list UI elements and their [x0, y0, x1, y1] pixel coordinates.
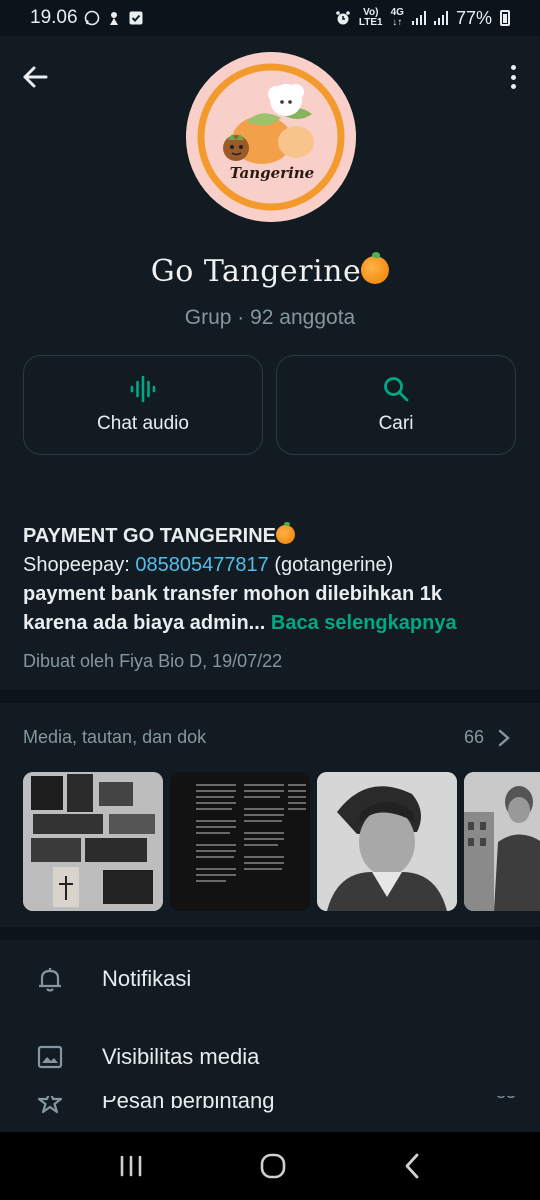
- read-more-link[interactable]: Baca selengkapnya: [271, 612, 457, 634]
- whatsapp-icon: [84, 10, 99, 26]
- signal-2-icon: [433, 11, 448, 25]
- more-options-icon[interactable]: [508, 62, 518, 92]
- battery-percent: 77%: [455, 7, 492, 28]
- tangerine-emoji-icon: [276, 522, 295, 544]
- group-header: Tangerine Go Tangerine Grup · 92 anggota…: [0, 36, 540, 492]
- system-navigation-bar: [0, 1132, 540, 1200]
- audio-wave-icon: [130, 375, 156, 403]
- back-nav-icon[interactable]: [402, 1152, 422, 1180]
- alarm-icon: [336, 11, 350, 25]
- status-bar: 19.06 Vo) LTE1 4G ↓↑ 77%: [0, 0, 540, 36]
- media-thumbnail[interactable]: [317, 772, 457, 911]
- back-arrow-icon[interactable]: [20, 62, 50, 92]
- group-description[interactable]: PAYMENT GO TANGERINE Shopeepay: 08580547…: [0, 492, 540, 690]
- ghost-icon: [109, 12, 118, 25]
- media-visibility-row[interactable]: Visibilitas media: [0, 1018, 540, 1096]
- group-avatar[interactable]: Tangerine: [186, 52, 356, 222]
- bell-icon: [39, 968, 61, 992]
- starred-count: 83: [496, 1096, 516, 1103]
- phone-link[interactable]: 085805477817: [135, 554, 268, 576]
- notifications-label: Notifikasi: [102, 966, 192, 991]
- media-section: Media, tautan, dan dok 66: [0, 703, 540, 927]
- search-icon: [384, 377, 409, 402]
- description-line-4: karena ada biaya admin... Baca selengkap…: [23, 612, 457, 634]
- media-thumbnail[interactable]: [464, 772, 540, 911]
- status-time: 19.06: [30, 7, 78, 28]
- media-header[interactable]: Media, tautan, dan dok 66: [23, 727, 510, 748]
- svg-text:Tangerine: Tangerine: [230, 164, 314, 182]
- description-title: PAYMENT GO TANGERINE: [23, 522, 516, 551]
- media-visibility-label: Visibilitas media: [102, 1044, 260, 1069]
- starred-messages-label: Pesan berbintang: [102, 1096, 275, 1113]
- chat-audio-button[interactable]: Chat audio: [23, 355, 263, 455]
- image-icon: [37, 1045, 63, 1069]
- volte-indicator: Vo) LTE1: [358, 7, 383, 28]
- search-label: Cari: [378, 413, 414, 434]
- network-type: 4G ↓↑: [390, 7, 404, 28]
- home-icon[interactable]: [259, 1152, 287, 1180]
- starred-messages-row[interactable]: Pesan berbintang 83: [0, 1096, 540, 1132]
- description-meta: Dibuat oleh Fiya Bio D, 19/07/22: [23, 651, 283, 671]
- tangerine-logo: Tangerine: [186, 52, 356, 222]
- group-member-count: Grup · 92 anggota: [184, 306, 356, 329]
- signal-icon: [411, 11, 426, 25]
- media-thumbnail[interactable]: [23, 772, 163, 911]
- chevron-right-icon: [498, 729, 510, 746]
- battery-icon: [500, 10, 510, 26]
- notifications-row[interactable]: Notifikasi: [0, 940, 540, 1018]
- media-heading: Media, tautan, dan dok: [23, 727, 207, 747]
- tangerine-emoji-icon: [361, 252, 390, 284]
- settings-list: Notifikasi Visibilitas media Pesan berbi…: [0, 940, 540, 1132]
- description-line-2: Shopeepay: 085805477817 (gotangerine): [23, 554, 394, 576]
- media-count: 66: [463, 727, 484, 747]
- check-box-icon: [129, 11, 143, 25]
- recent-apps-icon[interactable]: [118, 1154, 144, 1178]
- search-button[interactable]: Cari: [276, 355, 516, 455]
- star-icon: [37, 1096, 63, 1114]
- chat-audio-label: Chat audio: [97, 413, 189, 434]
- group-name: Go Tangerine: [0, 252, 540, 289]
- media-thumbnail[interactable]: [170, 772, 310, 911]
- description-line-3: payment bank transfer mohon dilebihkan 1…: [23, 583, 442, 605]
